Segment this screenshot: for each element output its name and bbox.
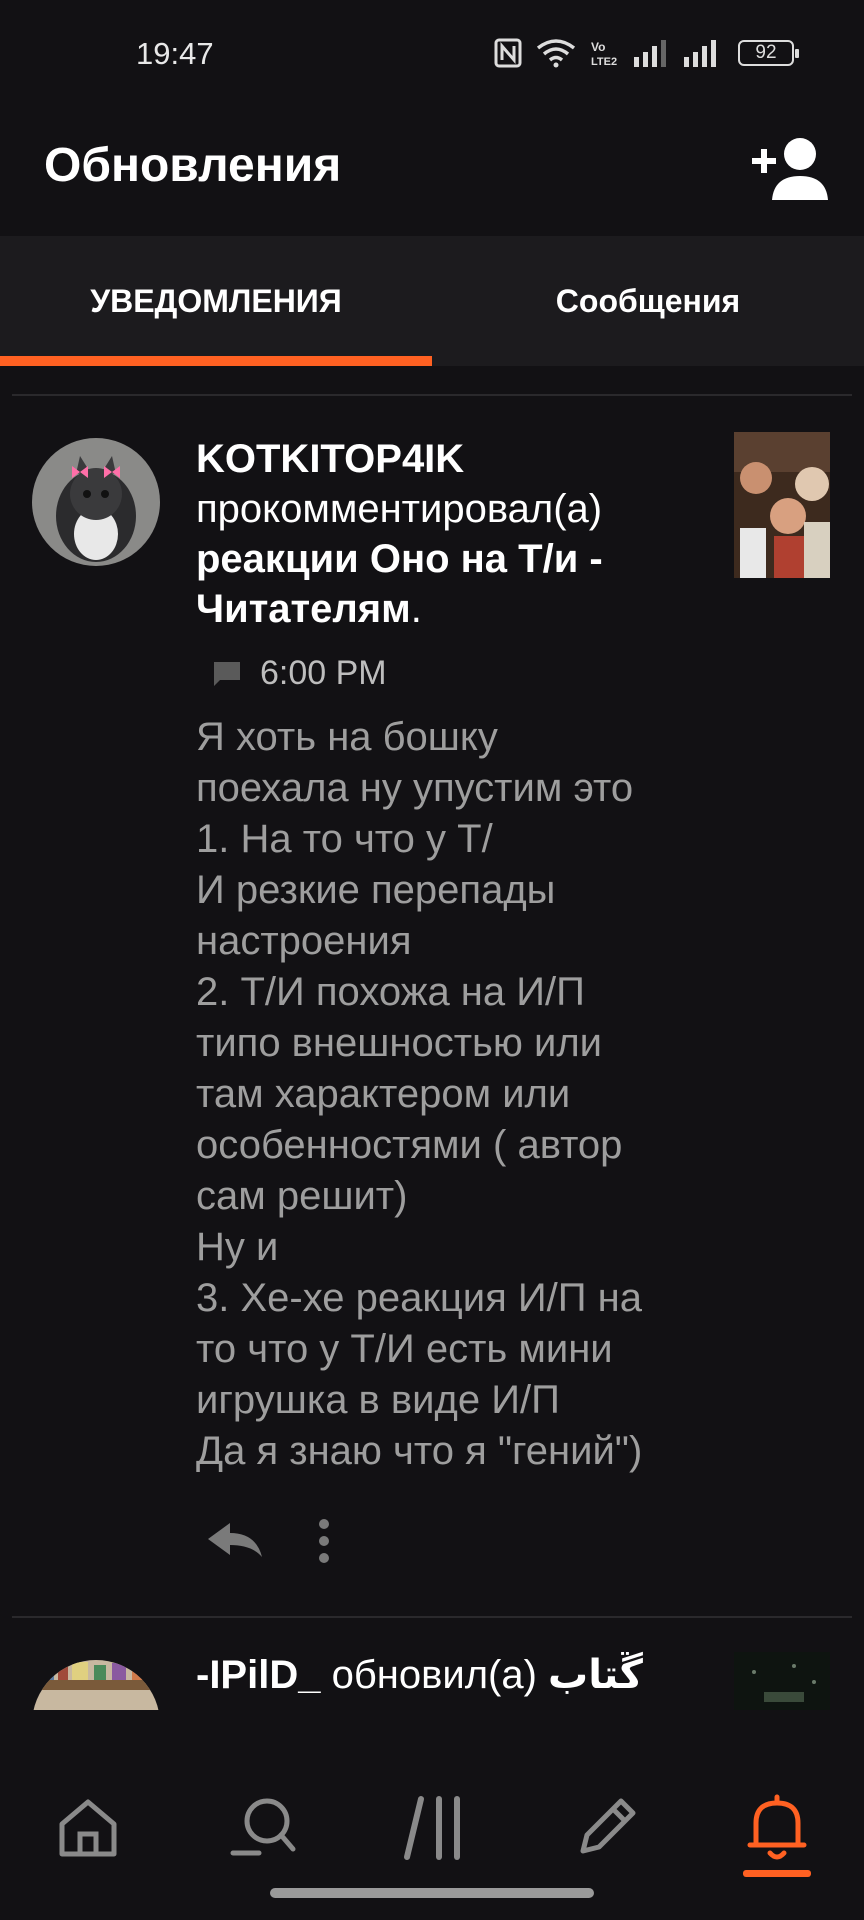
notification-text: -IPilD_ обновил(а) ڱتاب xyxy=(196,1650,716,1700)
username[interactable]: -IPilD_ xyxy=(196,1653,320,1697)
avatar-image xyxy=(32,438,160,566)
nav-library[interactable] xyxy=(394,1788,474,1868)
story-title[interactable]: реакции Оно на Т/и - Читателям xyxy=(196,537,603,631)
story-title[interactable]: ڱتاب xyxy=(548,1653,643,1697)
action-text: обновил(а) xyxy=(331,1653,537,1697)
nav-search[interactable] xyxy=(224,1788,304,1868)
comment-icon xyxy=(214,661,240,686)
comment-meta: 6:00 PM xyxy=(212,654,387,693)
nav-write[interactable] xyxy=(566,1788,646,1868)
volte-icon: Vo LTE2 xyxy=(591,40,617,68)
active-tab-indicator xyxy=(0,356,432,366)
avatar[interactable] xyxy=(32,438,160,566)
story-cover[interactable] xyxy=(734,1652,830,1712)
gesture-bar[interactable] xyxy=(270,1888,594,1898)
tab-messages[interactable]: Сообщения xyxy=(432,236,864,366)
tab-notifications[interactable]: УВЕДОМЛЕНИЯ xyxy=(0,236,432,366)
home-icon xyxy=(59,1799,117,1857)
comment-text: Я хоть на бошку поехала ну упустим это 1… xyxy=(196,715,643,1473)
status-time: 19:47 xyxy=(136,36,214,71)
add-user-button[interactable] xyxy=(748,130,832,210)
add-user-icon xyxy=(752,138,828,200)
active-nav-indicator xyxy=(743,1870,811,1877)
avatar[interactable] xyxy=(32,1660,160,1712)
signal-icon-2 xyxy=(684,40,716,67)
story-cover-image xyxy=(734,432,830,578)
comment-actions xyxy=(204,1518,332,1564)
page-title: Обновления xyxy=(44,139,342,192)
signal-icon xyxy=(634,40,666,67)
divider xyxy=(12,1616,852,1618)
action-text: прокомментировал(а) xyxy=(196,487,603,531)
system-icons: Vo LTE2 92 xyxy=(494,38,799,68)
status-bar: 19:47 Vo LTE2 92 xyxy=(0,0,864,110)
battery-indicator: 92 xyxy=(738,40,799,66)
notification-text: KOTKITOP4IK прокомментировал(а) реакции … xyxy=(196,434,676,634)
pencil-icon xyxy=(580,1798,636,1854)
nav-notifications[interactable] xyxy=(737,1788,817,1868)
svg-text:LTE2: LTE2 xyxy=(591,56,617,68)
wifi-icon xyxy=(536,39,576,68)
more-options-icon[interactable] xyxy=(316,1518,332,1564)
story-cover-image xyxy=(734,1652,830,1712)
svg-text:Vo: Vo xyxy=(591,40,605,54)
reply-icon[interactable] xyxy=(204,1521,266,1561)
punctuation: . xyxy=(410,587,422,631)
app-header: Обновления xyxy=(0,110,864,236)
tab-bar: УВЕДОМЛЕНИЯ Сообщения xyxy=(0,236,864,366)
nav-home[interactable] xyxy=(48,1788,128,1868)
search-icon xyxy=(230,1798,296,1856)
avatar-image xyxy=(32,1660,160,1712)
bell-icon xyxy=(747,1794,807,1860)
nfc-icon xyxy=(494,38,522,68)
library-icon xyxy=(404,1796,460,1860)
notification-item[interactable]: KOTKITOP4IK прокомментировал(а) реакции … xyxy=(0,396,864,1618)
notification-item[interactable]: -IPilD_ обновил(а) ڱتاب xyxy=(0,1620,864,1712)
comment-time: 6:00 PM xyxy=(260,654,387,692)
username[interactable]: KOTKITOP4IK xyxy=(196,437,464,481)
story-cover[interactable] xyxy=(734,432,830,578)
